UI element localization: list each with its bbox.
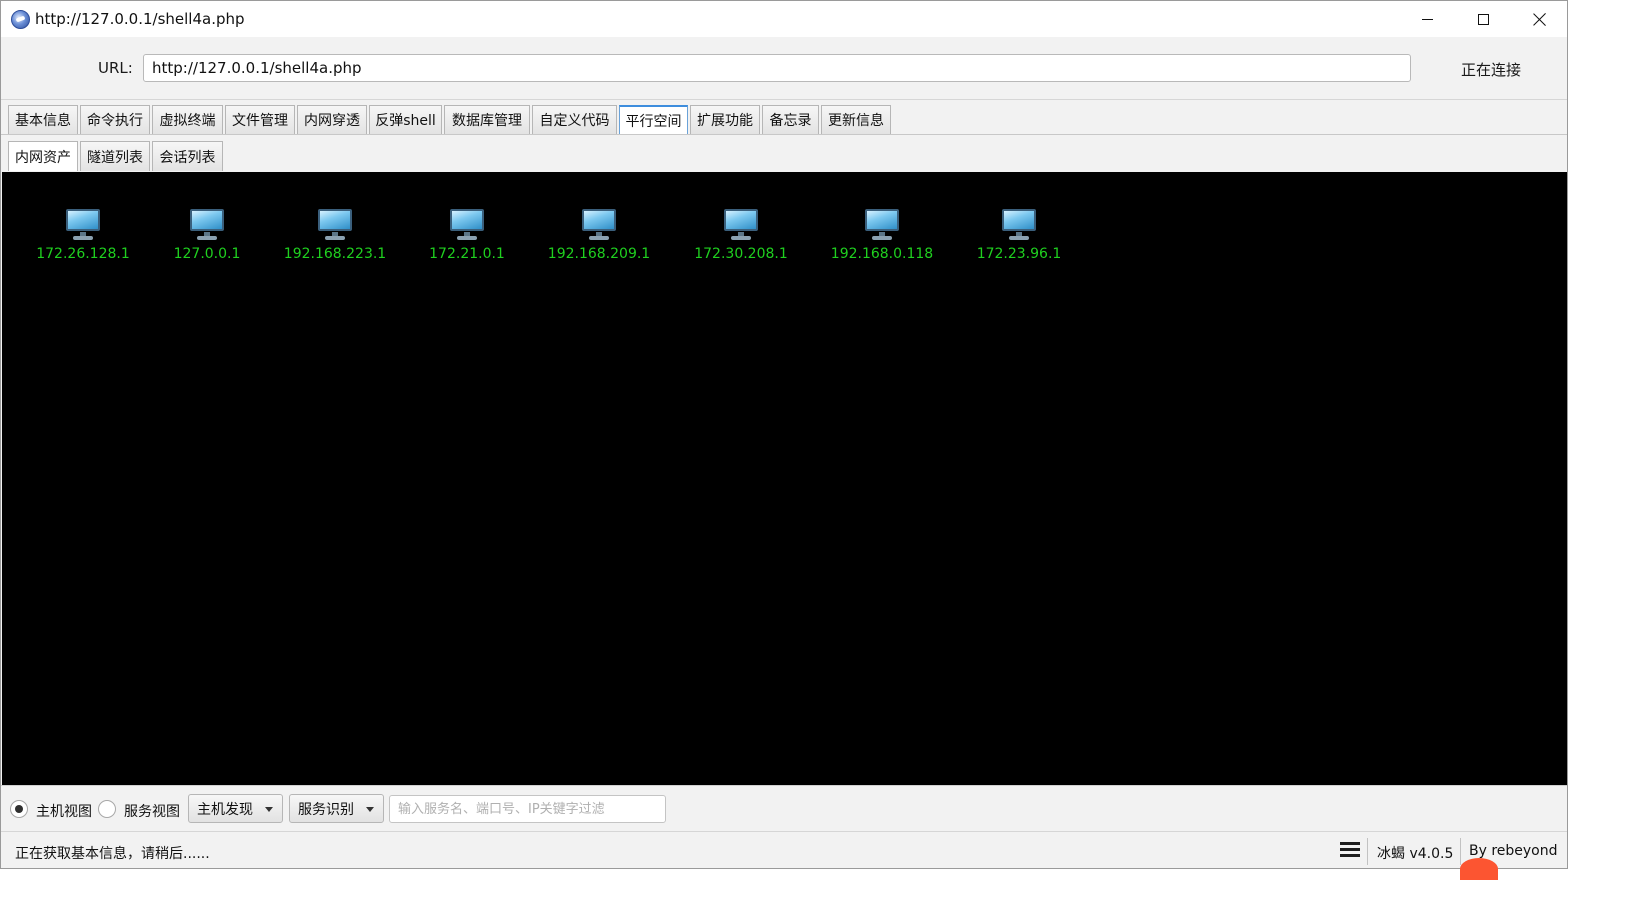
computer-icon xyxy=(723,208,759,241)
host-node[interactable]: 127.0.0.1 xyxy=(147,208,267,262)
tab-database-manager[interactable]: 数据库管理 xyxy=(444,105,530,134)
tab-parallel-space[interactable]: 平行空间 xyxy=(619,105,688,134)
minimize-icon xyxy=(1421,18,1433,20)
computer-icon xyxy=(449,208,485,241)
desktop-background-bottom xyxy=(0,869,1627,902)
computer-icon xyxy=(1001,208,1037,241)
behinder-logo-icon xyxy=(11,10,30,29)
author-label: By rebeyond xyxy=(1469,843,1558,859)
status-bar: 正在获取基本信息，请稍后...... 冰蝎 v4.0.5 By rebeyond xyxy=(1,831,1567,868)
host-ip-label: 192.168.209.1 xyxy=(547,246,651,262)
host-ip-label: 172.26.128.1 xyxy=(36,246,130,262)
computer-icon xyxy=(581,208,617,241)
computer-icon xyxy=(317,208,353,241)
host-view-radio[interactable] xyxy=(10,800,28,818)
connection-status: 正在连接 xyxy=(1461,61,1522,79)
filter-input[interactable] xyxy=(389,795,666,823)
url-bar: URL: 正在连接 xyxy=(1,37,1567,99)
tab-command-exec[interactable]: 命令执行 xyxy=(80,105,150,134)
host-node[interactable]: 192.168.0.118 xyxy=(822,208,942,262)
url-input[interactable] xyxy=(143,54,1411,82)
menu-icon[interactable] xyxy=(1340,842,1360,858)
minimize-button[interactable] xyxy=(1399,1,1455,37)
host-ip-label: 172.30.208.1 xyxy=(694,246,788,262)
computer-icon xyxy=(864,208,900,241)
tab-memo[interactable]: 备忘录 xyxy=(762,105,819,134)
sub-tab-bar: 内网资产 隧道列表 会话列表 xyxy=(1,135,1567,172)
asset-map-canvas: 172.26.128.1 127.0.0.1 192.168.223.1 172… xyxy=(2,172,1567,785)
watermark-badge-icon xyxy=(1460,858,1498,880)
maximize-icon xyxy=(1477,13,1489,25)
host-ip-label: 127.0.0.1 xyxy=(173,246,241,262)
host-ip-label: 192.168.223.1 xyxy=(283,246,387,262)
host-discovery-label: 主机发现 xyxy=(197,801,253,818)
host-ip-label: 172.21.0.1 xyxy=(429,246,505,262)
host-node[interactable]: 172.30.208.1 xyxy=(681,208,801,262)
status-divider xyxy=(1460,838,1461,865)
chevron-down-icon xyxy=(265,807,273,812)
host-ip-label: 192.168.0.118 xyxy=(830,246,934,262)
subtab-intranet-assets[interactable]: 内网资产 xyxy=(8,141,78,171)
host-node[interactable]: 192.168.209.1 xyxy=(539,208,659,262)
status-message: 正在获取基本信息，请稍后...... xyxy=(15,846,210,862)
desktop-background xyxy=(1568,0,1627,902)
host-view-label[interactable]: 主机视图 xyxy=(36,801,92,821)
host-node[interactable]: 172.21.0.1 xyxy=(407,208,527,262)
service-identify-label: 服务识别 xyxy=(298,801,354,818)
tab-update-info[interactable]: 更新信息 xyxy=(821,105,891,134)
main-tab-bar: 基本信息 命令执行 虚拟终端 文件管理 内网穿透 反弹shell 数据库管理 自… xyxy=(1,99,1567,135)
service-view-label[interactable]: 服务视图 xyxy=(124,801,180,821)
close-button[interactable] xyxy=(1511,1,1567,37)
app-version: 冰蝎 v4.0.5 xyxy=(1377,846,1454,862)
maximize-button[interactable] xyxy=(1455,1,1511,37)
status-divider xyxy=(1367,838,1368,865)
host-ip-label: 172.23.96.1 xyxy=(976,246,1062,262)
app-window: http://127.0.0.1/shell4a.php URL: 正在连接 基… xyxy=(0,0,1568,869)
host-node[interactable]: 172.26.128.1 xyxy=(23,208,143,262)
close-icon xyxy=(1533,13,1546,26)
service-identify-dropdown[interactable]: 服务识别 xyxy=(289,794,384,823)
url-label: URL: xyxy=(98,59,133,77)
computer-icon xyxy=(65,208,101,241)
title-bar: http://127.0.0.1/shell4a.php xyxy=(1,1,1567,37)
host-node[interactable]: 192.168.223.1 xyxy=(275,208,395,262)
service-view-radio[interactable] xyxy=(98,800,116,818)
tab-basic-info[interactable]: 基本信息 xyxy=(8,105,78,134)
tab-custom-code[interactable]: 自定义代码 xyxy=(532,105,617,134)
window-title: http://127.0.0.1/shell4a.php xyxy=(35,10,245,28)
tab-reverse-shell[interactable]: 反弹shell xyxy=(369,105,442,134)
tab-extensions[interactable]: 扩展功能 xyxy=(690,105,760,134)
asset-toolbar: 主机视图 服务视图 主机发现 服务识别 xyxy=(1,785,1567,831)
host-node[interactable]: 172.23.96.1 xyxy=(959,208,1079,262)
computer-icon xyxy=(189,208,225,241)
tab-intranet-tunnel[interactable]: 内网穿透 xyxy=(297,105,367,134)
tab-file-manager[interactable]: 文件管理 xyxy=(225,105,295,134)
subtab-tunnel-list[interactable]: 隧道列表 xyxy=(80,141,150,171)
host-discovery-dropdown[interactable]: 主机发现 xyxy=(188,794,283,823)
subtab-session-list[interactable]: 会话列表 xyxy=(152,141,223,171)
chevron-down-icon xyxy=(366,807,374,812)
tab-virtual-terminal[interactable]: 虚拟终端 xyxy=(152,105,223,134)
